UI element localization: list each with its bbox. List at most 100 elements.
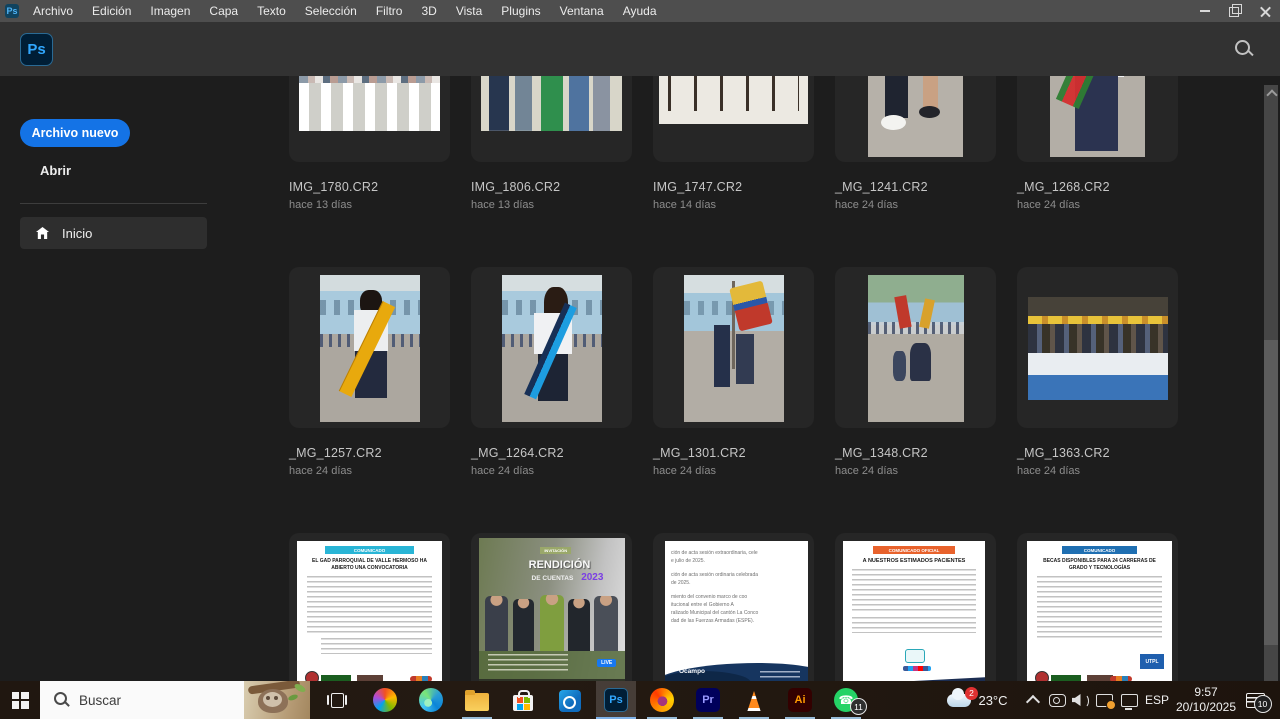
thumb-art xyxy=(893,351,906,380)
windows-taskbar: Buscar Ps xyxy=(0,681,1280,719)
taskbar-whatsapp[interactable]: 11 xyxy=(826,681,866,719)
thumb-art xyxy=(1028,375,1168,400)
taskbar-edge[interactable] xyxy=(411,681,451,719)
taskbar-premiere[interactable]: Pr xyxy=(688,681,728,719)
file-label[interactable]: IMG_1806.CR2 hace 13 días xyxy=(471,180,636,211)
weather-tray-icon[interactable]: 2 xyxy=(944,681,974,719)
file-name[interactable]: _MG_1264.CR2 xyxy=(471,446,636,460)
clock[interactable]: 9:57 20/10/2025 xyxy=(1170,681,1242,719)
file-card[interactable]: INVITACIÓN RENDICIÓN DE CUENTAS 2023 LIV… xyxy=(471,533,632,681)
temperature-label[interactable]: 23°C xyxy=(975,681,1011,719)
file-name[interactable]: _MG_1257.CR2 xyxy=(289,446,454,460)
file-label[interactable]: IMG_1747.CR2 hace 14 días xyxy=(653,180,818,211)
file-name[interactable]: _MG_1268.CR2 xyxy=(1017,180,1182,194)
file-name[interactable]: IMG_1747.CR2 xyxy=(653,180,818,194)
network-tray-icon[interactable] xyxy=(1117,681,1141,719)
taskbar-photoshop[interactable]: Ps xyxy=(596,681,636,719)
meet-now-tray-icon[interactable] xyxy=(1046,681,1068,719)
file-card[interactable] xyxy=(653,267,814,428)
file-card[interactable]: COMUNICADO OFICIAL A NUESTROS ESTIMADOS … xyxy=(835,533,996,681)
menu-texto[interactable]: Texto xyxy=(257,4,286,18)
menu-imagen[interactable]: Imagen xyxy=(150,4,190,18)
taskbar-illustrator[interactable]: Ai xyxy=(780,681,820,719)
sidebar-item-home[interactable]: Inicio xyxy=(20,217,207,249)
thumb-art xyxy=(868,275,964,325)
notification-center-button[interactable]: 10 xyxy=(1242,681,1268,719)
firefox-icon xyxy=(650,688,674,712)
search-icon[interactable] xyxy=(1234,39,1254,59)
menu-seleccion[interactable]: Selección xyxy=(305,4,357,18)
file-label[interactable]: _MG_1264.CR2 hace 24 días xyxy=(471,446,636,477)
scrollbar-up-arrow[interactable] xyxy=(1266,89,1277,100)
file-card[interactable]: COMUNICADO BECAS DISPONIBLES PARA 24 CAR… xyxy=(1017,533,1178,681)
file-card[interactable] xyxy=(835,267,996,428)
minimize-icon xyxy=(1200,10,1210,12)
restore-button[interactable] xyxy=(1220,0,1250,22)
file-label[interactable]: _MG_1257.CR2 hace 24 días xyxy=(289,446,454,477)
menu-filtro[interactable]: Filtro xyxy=(376,4,403,18)
file-label[interactable]: _MG_1301.CR2 hace 24 días xyxy=(653,446,818,477)
file-card[interactable] xyxy=(1017,267,1178,428)
file-card[interactable] xyxy=(289,76,450,162)
menu-ayuda[interactable]: Ayuda xyxy=(623,4,657,18)
file-card[interactable] xyxy=(835,76,996,162)
poster-tag: INVITACIÓN xyxy=(540,547,571,554)
file-card[interactable] xyxy=(471,76,632,162)
open-button[interactable]: Abrir xyxy=(40,163,71,178)
file-explorer-icon xyxy=(465,693,489,711)
doc-line: dad de las Fuerzas Armadas (ESPE). xyxy=(671,617,802,625)
scrollbar[interactable] xyxy=(1264,85,1278,681)
file-card[interactable]: COMUNICADO EL GAD PARROQUIAL DE VALLE HE… xyxy=(289,533,450,681)
taskbar-vlc[interactable] xyxy=(734,681,774,719)
file-name[interactable]: _MG_1241.CR2 xyxy=(835,180,1000,194)
file-card[interactable]: ción de acta sesión extraordinaria, cele… xyxy=(653,533,814,681)
new-file-button[interactable]: Archivo nuevo xyxy=(20,119,130,147)
language-indicator[interactable]: ESP xyxy=(1142,681,1172,719)
search-highlight-image[interactable] xyxy=(244,681,310,719)
search-handle xyxy=(1247,50,1253,56)
file-card[interactable] xyxy=(471,267,632,428)
menu-vista[interactable]: Vista xyxy=(456,4,482,18)
file-card[interactable] xyxy=(289,267,450,428)
start-button[interactable] xyxy=(0,681,40,719)
menu-archivo[interactable]: Archivo xyxy=(33,4,73,18)
hidden-icons-button[interactable] xyxy=(1022,681,1044,719)
file-name[interactable]: _MG_1348.CR2 xyxy=(835,446,1000,460)
taskbar-file-explorer[interactable] xyxy=(457,681,497,719)
file-label[interactable]: _MG_1241.CR2 hace 24 días xyxy=(835,180,1000,211)
taskbar-firefox[interactable] xyxy=(642,681,682,719)
taskbar-outlook[interactable] xyxy=(550,681,590,719)
illustrator-icon: Ai xyxy=(788,688,812,712)
file-name[interactable]: IMG_1806.CR2 xyxy=(471,180,636,194)
scrollbar-thumb[interactable] xyxy=(1264,340,1278,645)
file-label[interactable]: _MG_1348.CR2 hace 24 días xyxy=(835,446,1000,477)
clock-time: 9:57 xyxy=(1170,685,1242,700)
file-label[interactable]: _MG_1363.CR2 hace 24 días xyxy=(1017,446,1182,477)
file-card[interactable] xyxy=(653,76,814,162)
doc-title: A NUESTROS ESTIMADOS PACIENTES xyxy=(851,558,977,564)
menu-edicion[interactable]: Edición xyxy=(92,4,131,18)
speaker-icon xyxy=(1072,693,1089,707)
photoshop-icon: Ps xyxy=(604,688,628,712)
file-age: hace 24 días xyxy=(835,465,1000,477)
update-tray-icon[interactable] xyxy=(1092,681,1116,719)
volume-tray-icon[interactable] xyxy=(1068,681,1092,719)
taskbar-copilot[interactable] xyxy=(365,681,405,719)
poster-person xyxy=(594,596,617,651)
menu-3d[interactable]: 3D xyxy=(421,4,436,18)
menu-capa[interactable]: Capa xyxy=(209,4,238,18)
file-name[interactable]: _MG_1301.CR2 xyxy=(653,446,818,460)
file-label[interactable]: IMG_1780.CR2 hace 13 días xyxy=(289,180,454,211)
file-name[interactable]: _MG_1363.CR2 xyxy=(1017,446,1182,460)
taskbar-search[interactable]: Buscar xyxy=(40,681,310,719)
menu-plugins[interactable]: Plugins xyxy=(501,4,540,18)
file-name[interactable]: IMG_1780.CR2 xyxy=(289,180,454,194)
taskbar-microsoft-store[interactable] xyxy=(503,681,543,719)
close-button[interactable] xyxy=(1250,0,1280,22)
task-view-button[interactable] xyxy=(317,681,357,719)
menu-ventana[interactable]: Ventana xyxy=(560,4,604,18)
minimize-button[interactable] xyxy=(1190,0,1220,22)
monitor-alert-icon xyxy=(1096,694,1113,707)
file-label[interactable]: _MG_1268.CR2 hace 24 días xyxy=(1017,180,1182,211)
file-card[interactable] xyxy=(1017,76,1178,162)
